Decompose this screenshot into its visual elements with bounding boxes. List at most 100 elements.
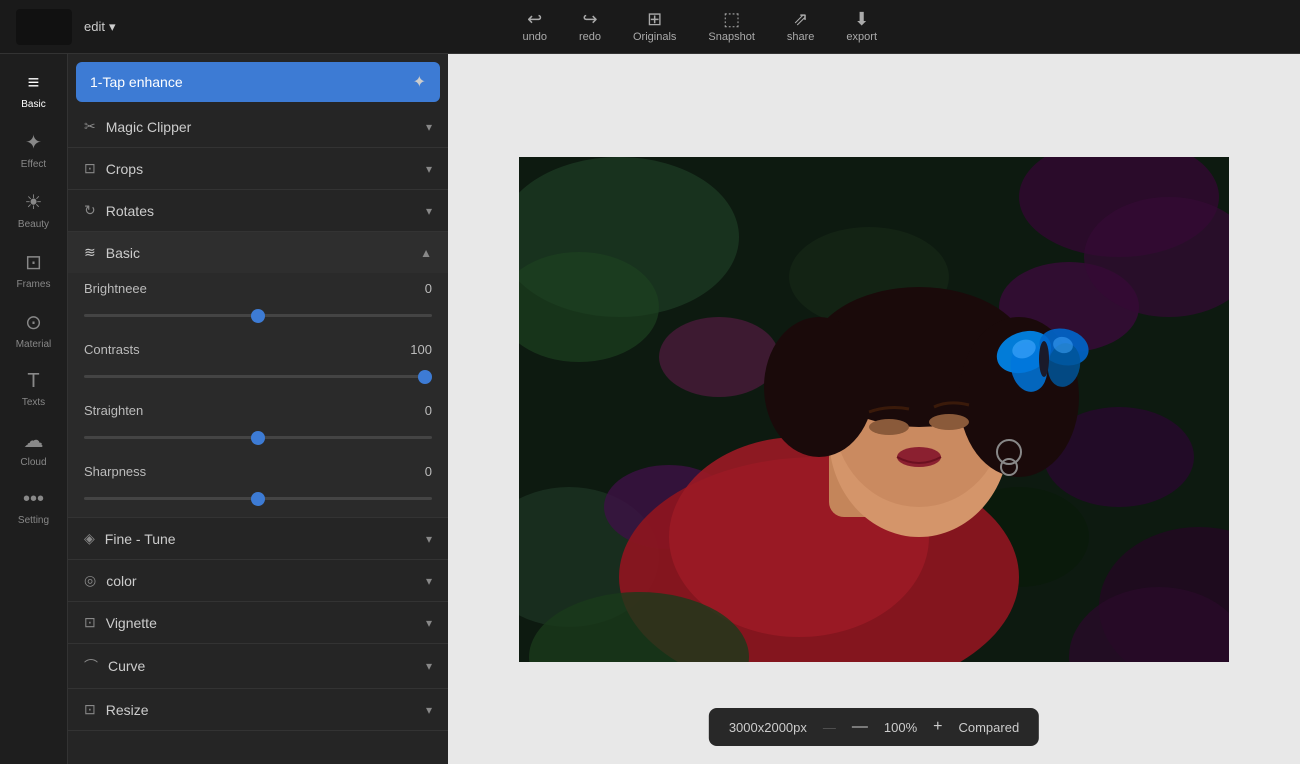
setting-label: Setting bbox=[18, 515, 49, 526]
snapshot-icon: ⬚ bbox=[723, 10, 740, 28]
zoom-out-button[interactable]: — bbox=[852, 718, 868, 736]
export-label: export bbox=[846, 31, 877, 43]
edit-chevron: ▾ bbox=[109, 19, 116, 35]
sidebar-item-cloud[interactable]: ☁ Cloud bbox=[0, 418, 67, 478]
section-label-vignette: Vignette bbox=[106, 615, 157, 631]
cloud-icon: ☁ bbox=[24, 428, 44, 453]
slider-value-straighten: 0 bbox=[425, 403, 432, 418]
setting-icon: ••• bbox=[23, 488, 44, 511]
section-label-crops: Crops bbox=[106, 161, 143, 177]
crops-chevron: ▾ bbox=[426, 162, 432, 176]
share-label: share bbox=[787, 31, 815, 43]
section-header-resize[interactable]: ⊡ Resize ▾ bbox=[68, 689, 448, 730]
magic-wand-icon: ✦ bbox=[413, 72, 426, 92]
tool-share[interactable]: ⇗ share bbox=[787, 10, 815, 43]
tool-export[interactable]: ⬇export bbox=[846, 10, 877, 43]
slider-sharpness[interactable] bbox=[84, 497, 432, 500]
edit-label: edit bbox=[84, 19, 105, 34]
effect-icon: ✦ bbox=[25, 130, 42, 155]
section-label-fine-tune: Fine - Tune bbox=[105, 531, 176, 547]
panel: 1-Tap enhance ✦ ✂ Magic Clipper ▾ ⊡ Crop… bbox=[68, 54, 448, 764]
sidebar-item-setting[interactable]: ••• Setting bbox=[0, 478, 67, 536]
divider1: — bbox=[823, 720, 836, 735]
tool-redo[interactable]: ↪redo bbox=[579, 10, 601, 43]
section-header-vignette[interactable]: ⊡ Vignette ▾ bbox=[68, 602, 448, 643]
tool-undo[interactable]: ↩undo bbox=[522, 10, 546, 43]
section-header-rotates[interactable]: ↻ Rotates ▾ bbox=[68, 190, 448, 231]
section-label-basic: Basic bbox=[106, 245, 140, 261]
slider-group-contrasts: Contrasts 100 bbox=[68, 334, 448, 395]
one-tap-label: 1-Tap enhance bbox=[90, 74, 183, 90]
slider-group-brightness: Brightneee 0 bbox=[68, 273, 448, 334]
zoom-in-button[interactable]: + bbox=[933, 718, 942, 736]
cloud-label: Cloud bbox=[20, 457, 46, 468]
compared-button[interactable]: Compared bbox=[958, 720, 1019, 735]
section-label-color: color bbox=[106, 573, 136, 589]
color-chevron: ▾ bbox=[426, 574, 432, 588]
slider-value-contrasts: 100 bbox=[410, 342, 432, 357]
magic-clipper-chevron: ▾ bbox=[426, 120, 432, 134]
material-label: Material bbox=[16, 339, 52, 350]
section-label-magic-clipper: Magic Clipper bbox=[106, 119, 192, 135]
main-layout: ≡ Basic ✦ Effect ☀Beauty⊡Frames ⊙ Material TTex… bbox=[0, 54, 1300, 764]
section-basic-expanded: ≋ Basic ▲ Brightneee 0 Contrasts bbox=[68, 232, 448, 518]
app-logo bbox=[16, 9, 72, 45]
section-header-color[interactable]: ◎ color ▾ bbox=[68, 560, 448, 601]
crops-icon: ⊡ bbox=[84, 160, 96, 177]
section-label-resize: Resize bbox=[106, 702, 149, 718]
slider-straighten[interactable] bbox=[84, 436, 432, 439]
resize-chevron: ▾ bbox=[426, 703, 432, 717]
image-dimensions: 3000x2000px bbox=[729, 720, 807, 735]
curve-icon: ⌒ bbox=[84, 656, 98, 676]
section-fine-tune: ◈ Fine - Tune ▾ bbox=[68, 518, 448, 560]
undo-icon: ↩ bbox=[527, 10, 542, 28]
fine-tune-icon: ◈ bbox=[84, 530, 95, 547]
slider-label-sharpness: Sharpness bbox=[84, 464, 146, 479]
beauty-icon: ☀ bbox=[25, 190, 43, 215]
slider-label-contrasts: Contrasts bbox=[84, 342, 140, 357]
originals-icon: ⊞ bbox=[647, 10, 662, 28]
slider-label-straighten: Straighten bbox=[84, 403, 143, 418]
snapshot-label: Snapshot bbox=[708, 31, 754, 43]
slider-brightness[interactable] bbox=[84, 314, 432, 317]
slider-group-sharpness: Sharpness 0 bbox=[68, 456, 448, 517]
tool-originals[interactable]: ⊞Originals bbox=[633, 10, 676, 43]
section-header-basic[interactable]: ≋ Basic ▲ bbox=[68, 232, 448, 273]
section-header-crops[interactable]: ⊡ Crops ▾ bbox=[68, 148, 448, 189]
section-magic-clipper: ✂ Magic Clipper ▾ bbox=[68, 106, 448, 148]
one-tap-enhance-button[interactable]: 1-Tap enhance ✦ bbox=[76, 62, 440, 102]
frames-icon: ⊡ bbox=[25, 250, 42, 275]
section-header-curve[interactable]: ⌒ Curve ▾ bbox=[68, 644, 448, 688]
tool-snapshot[interactable]: ⬚ Snapshot bbox=[708, 10, 754, 43]
texts-icon: T bbox=[27, 370, 39, 393]
material-icon: ⊙ bbox=[25, 310, 42, 335]
curve-chevron: ▾ bbox=[426, 659, 432, 673]
section-label-rotates: Rotates bbox=[106, 203, 154, 219]
rotates-chevron: ▾ bbox=[426, 204, 432, 218]
header: edit ▾ ↩undo ↪redo ⊞Originals ⬚ Snapshot ⇗ sha… bbox=[0, 0, 1300, 54]
share-icon: ⇗ bbox=[793, 10, 808, 28]
sidebar-item-beauty[interactable]: ☀Beauty bbox=[0, 180, 67, 240]
sidebar-item-texts[interactable]: TTexts bbox=[0, 360, 67, 418]
basic-icon: ≡ bbox=[28, 72, 40, 95]
icon-sidebar: ≡ Basic ✦ Effect ☀Beauty⊡Frames ⊙ Material TTex… bbox=[0, 54, 68, 764]
section-rotates: ↻ Rotates ▾ bbox=[68, 190, 448, 232]
sidebar-item-frames[interactable]: ⊡Frames bbox=[0, 240, 67, 300]
vignette-chevron: ▾ bbox=[426, 616, 432, 630]
canvas-area: 3000x2000px — — 100% + Compared bbox=[448, 54, 1300, 764]
slider-value-brightness: 0 bbox=[425, 281, 432, 296]
sidebar-item-material[interactable]: ⊙ Material bbox=[0, 300, 67, 360]
sidebar-item-basic[interactable]: ≡ Basic bbox=[0, 62, 67, 120]
edit-dropdown[interactable]: edit ▾ bbox=[84, 19, 116, 35]
basic-label: Basic bbox=[21, 99, 45, 110]
section-crops: ⊡ Crops ▾ bbox=[68, 148, 448, 190]
effect-label: Effect bbox=[21, 159, 46, 170]
section-resize: ⊡ Resize ▾ bbox=[68, 689, 448, 731]
section-header-fine-tune[interactable]: ◈ Fine - Tune ▾ bbox=[68, 518, 448, 559]
slider-contrasts[interactable] bbox=[84, 375, 432, 378]
sidebar-item-effect[interactable]: ✦ Effect bbox=[0, 120, 67, 180]
rotates-icon: ↻ bbox=[84, 202, 96, 219]
section-header-magic-clipper[interactable]: ✂ Magic Clipper ▾ bbox=[68, 106, 448, 147]
slider-group-straighten: Straighten 0 bbox=[68, 395, 448, 456]
section-vignette: ⊡ Vignette ▾ bbox=[68, 602, 448, 644]
